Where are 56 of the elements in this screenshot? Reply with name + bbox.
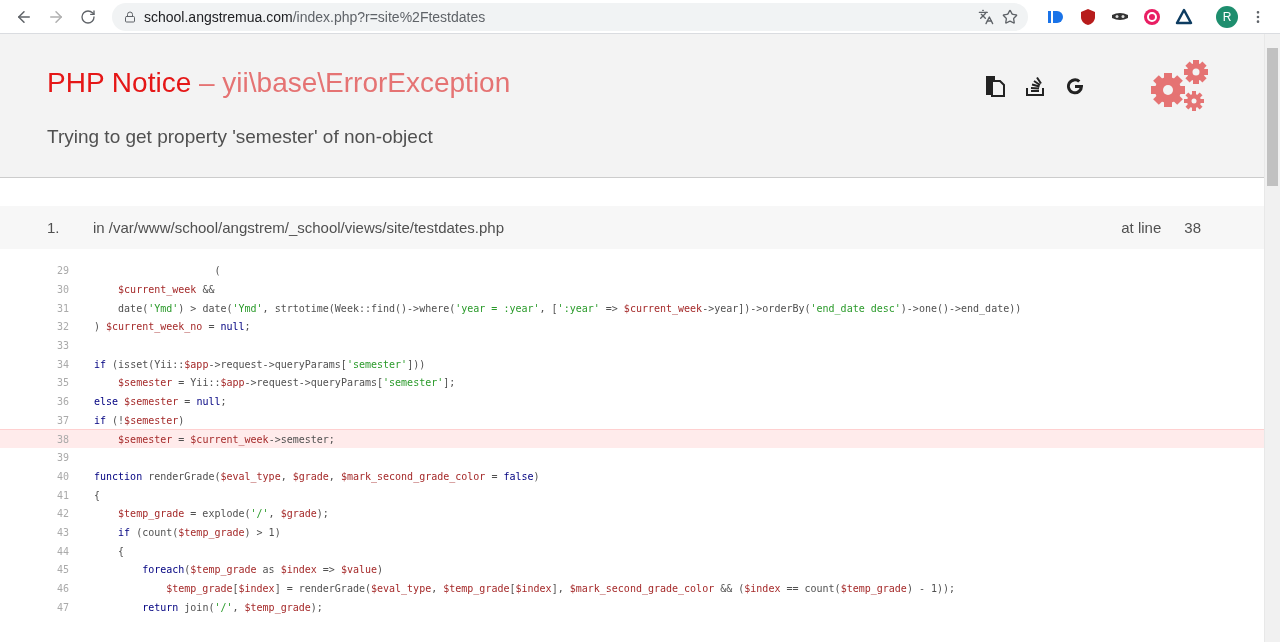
code-line: ( [213, 265, 221, 277]
lock-icon [124, 10, 136, 23]
code-line-number: 36 [56, 396, 71, 408]
code-line-number: 33 [56, 340, 71, 352]
code-line-number: 30 [56, 284, 71, 296]
code-line: return join('/', $temp_grade); [141, 601, 323, 613]
code-line-number: 29 [56, 265, 71, 277]
url-text: school.angstremua.com/index.php?r=site%2Ftestdates [144, 8, 486, 25]
code-line-number: 32 [56, 321, 71, 333]
code-line: date('Ymd') > date('Ymd', strtotime(Week::find()->where('year = :year', [':year' => $current_week->year])->orderBy('end_date desc')->one()->end_date)) [117, 302, 1022, 314]
code-line-number: 41 [56, 489, 71, 501]
file-path: in /var/www/school/angstrem/_school/views/site/testdates.php [93, 219, 506, 236]
code-line-number: 40 [56, 470, 71, 482]
code-line-number: 44 [56, 545, 71, 557]
reload-icon [80, 8, 96, 25]
code-line: $semester = Yii::$app->request->queryParams['semester']; [117, 377, 456, 389]
stack-icon[interactable] [1023, 74, 1047, 98]
scrollbar-thumb[interactable] [1267, 48, 1278, 186]
code-line: if (isset(Yii::$app->request->queryParams['semester'])) [94, 358, 426, 370]
stack-frame-header[interactable]: 1. in /var/www/school/angstrem/_school/views/site/testdates.php at line 38 [0, 206, 1264, 249]
code-line-number: 47 [56, 601, 71, 613]
line-number: 38 [1184, 219, 1201, 236]
code-line-number: 42 [56, 508, 71, 520]
code-line: $temp_grade[$index] = renderGrade($eval_type, $temp_grade[$index], $mark_second_grade_color && ($index == count($temp_grade) - 1)); [165, 583, 956, 595]
code-line: function renderGrade($eval_type, $grade, $mark_second_grade_color = false) [94, 470, 540, 482]
code-line: foreach($temp_grade as $index => $value) [141, 564, 384, 576]
code-line-number: 34 [56, 358, 71, 370]
bookmark-star-icon[interactable] [1002, 8, 1018, 25]
code-line: else $semester = null; [94, 396, 227, 408]
code-line-number: 35 [56, 377, 71, 389]
code-line-number: 39 [56, 452, 71, 464]
code-line: if (!$semester) [94, 414, 185, 426]
address-bar[interactable]: school.angstremua.com/index.php?r=site%2Ftestdates [112, 2, 1028, 31]
translate-icon[interactable] [978, 8, 994, 25]
error-message: Trying to get property 'semester' of non-object [47, 126, 434, 148]
code-line-number: 45 [56, 564, 71, 576]
code-line-number: 37 [56, 414, 71, 426]
code-line-number: 43 [56, 526, 71, 538]
shield-extension-icon[interactable] [1078, 6, 1098, 27]
code-line: $current_week && [117, 284, 215, 296]
code-line: { [94, 489, 101, 501]
frame-number: 1. [47, 219, 61, 236]
code-line: $semester = $current_week->semester; [117, 433, 335, 445]
error-title: PHP Notice – yii\base\ErrorException [47, 67, 512, 99]
circle-extension-icon[interactable] [1142, 6, 1162, 27]
code-line-number: 38 [56, 433, 71, 445]
code-line: { [117, 545, 125, 557]
copy-icon[interactable] [983, 74, 1007, 98]
profile-avatar[interactable]: R [1216, 5, 1238, 28]
code-line: if (count($temp_grade) > 1) [117, 526, 281, 538]
code-line-number: 46 [56, 583, 71, 595]
code-line-number: 31 [56, 302, 71, 314]
at-line-label: at line [1121, 219, 1162, 236]
code-line: $temp_grade = explode('/', $grade); [117, 508, 329, 520]
triangle-extension-icon[interactable] [1174, 6, 1194, 27]
code-line: ) $current_week_no = null; [94, 321, 251, 333]
